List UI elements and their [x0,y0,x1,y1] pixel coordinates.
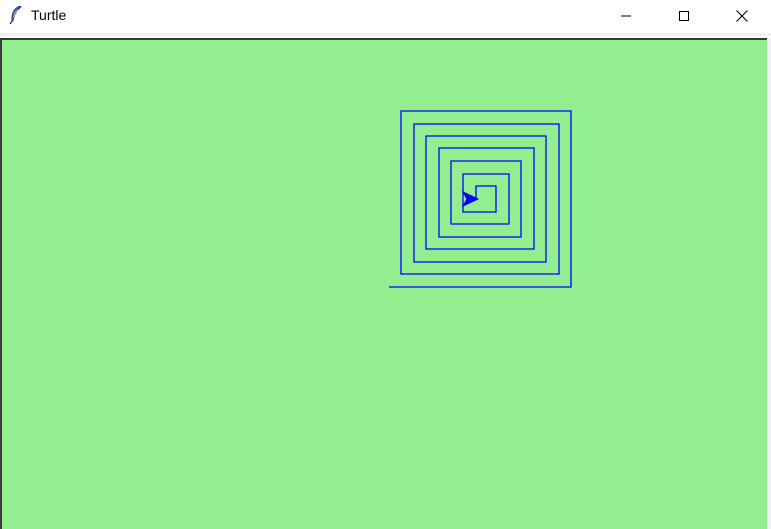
minimize-icon [620,10,632,22]
maximize-icon [678,10,690,22]
close-icon [735,9,749,23]
frame-separator [0,33,771,36]
window-right-edge [767,38,771,529]
maximize-button[interactable] [655,0,713,31]
window-title: Turtle [31,7,67,23]
spiral-path [389,110,572,288]
turtle-window: Turtle [0,0,771,529]
drawing-layer [389,110,572,288]
feather-icon [8,5,24,25]
turtle-canvas[interactable] [0,38,767,529]
title-bar[interactable]: Turtle [0,0,771,31]
minimize-button[interactable] [597,0,655,31]
close-button[interactable] [713,0,771,31]
